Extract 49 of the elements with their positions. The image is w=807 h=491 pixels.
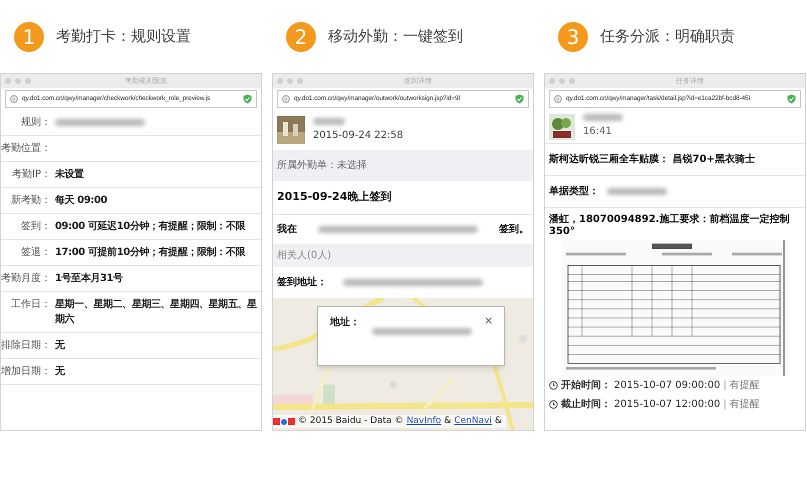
field-label: 签退： bbox=[20, 246, 51, 260]
sentence-end: 签到。 bbox=[499, 222, 529, 236]
field-label: 排除日期： bbox=[1, 338, 51, 353]
attribution-text: © 2015 Baidu - Data © bbox=[298, 414, 404, 428]
time-label: 截止时间： bbox=[561, 398, 611, 412]
field-label: 签到： bbox=[20, 220, 51, 234]
field-value: 17:00 可提前10分钟；有提醒；限制：不限 bbox=[55, 246, 246, 260]
step-title: 考勤打卡：规则设置 bbox=[56, 26, 191, 48]
related-people: 相关人(0人) bbox=[273, 244, 533, 266]
attribution-text: & bbox=[444, 414, 452, 428]
task-note: 潘虹，18070094892.施工要求：前档温度一定控制350° bbox=[548, 212, 790, 239]
step-number: 2 bbox=[286, 22, 316, 52]
step-title: 移动外勤：一键签到 bbox=[328, 26, 463, 48]
step-title: 任务分派：明确职责 bbox=[600, 26, 735, 48]
field-value: 09:00 可延迟10分钟；有提醒；限制：不限 bbox=[55, 220, 246, 234]
timestamp: 2015-09-24 22:58 bbox=[313, 128, 404, 142]
field-value: 无 bbox=[55, 339, 66, 353]
field-label: 工作日： bbox=[10, 298, 51, 312]
step-number: 1 bbox=[14, 22, 44, 52]
field-label: 规则： bbox=[20, 116, 51, 130]
field-label: 新考勤： bbox=[10, 194, 51, 208]
checkin-heading: 2015-09-24晚上签到 bbox=[273, 181, 533, 214]
attribution-link[interactable]: NavInfo bbox=[406, 414, 442, 428]
popup-label: 地址： bbox=[330, 316, 360, 330]
close-button[interactable]: × bbox=[484, 314, 494, 326]
time-label: 开始时间： bbox=[561, 378, 611, 393]
field-value: 未设置 bbox=[55, 168, 85, 182]
step-number: 3 bbox=[558, 22, 588, 52]
separator: | bbox=[723, 379, 727, 393]
field-value: 星期一、星期二、星期三、星期四、星期五、星期六 bbox=[55, 298, 258, 327]
sentence-start: 我在 bbox=[277, 222, 297, 236]
field-label: 考勤月度： bbox=[1, 272, 51, 286]
reminder-text: 有提醒 bbox=[730, 398, 760, 412]
attribution-text: & bbox=[494, 414, 502, 428]
timestamp: 16:41 bbox=[583, 125, 613, 139]
field-label: 考勤位置： bbox=[1, 142, 51, 156]
attribution-link[interactable]: CenNavi bbox=[454, 414, 492, 428]
field-label: 增加日期： bbox=[1, 364, 51, 379]
field-value: 每天 09:00 bbox=[55, 194, 108, 208]
field-label: 考勤IP： bbox=[11, 168, 51, 182]
reminder-text: 有提醒 bbox=[730, 379, 760, 393]
type-label: 单据类型： bbox=[549, 184, 599, 199]
time-value: 2015-10-07 12:00:00 bbox=[614, 398, 720, 412]
time-value: 2015-10-07 09:00:00 bbox=[614, 379, 720, 393]
task-subject: 斯柯达昕锐三厢全车贴膜： 昌锐70+黑衣骑士 bbox=[545, 144, 805, 176]
address-label: 签到地址： bbox=[277, 276, 327, 290]
field-value: 1号至本月31号 bbox=[55, 272, 124, 286]
separator: | bbox=[723, 398, 727, 412]
field-value: 无 bbox=[55, 365, 66, 379]
